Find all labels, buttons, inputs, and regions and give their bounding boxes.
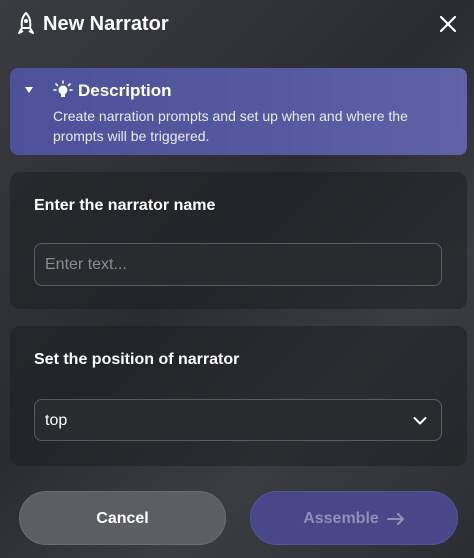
caret-down-icon[interactable] [24,86,34,94]
description-title[interactable]: Description [78,80,172,102]
chevron-down-icon [413,417,427,425]
dialog-header: New Narrator [0,0,474,50]
narrator-position-section: Set the position of narrator top [10,326,467,466]
assemble-button[interactable]: Assemble [250,491,458,545]
position-select-value: top [45,412,68,429]
cancel-button-label: Cancel [96,510,149,527]
arrow-right-icon [386,512,404,525]
position-select[interactable]: top [34,399,442,441]
description-text: Create narration prompts and set up when… [53,108,408,144]
lightbulb-icon [53,80,73,97]
description-panel: Description Create narration prompts and… [10,68,467,155]
assemble-button-label: Assemble [303,510,379,527]
narrator-position-label: Set the position of narrator [34,351,240,368]
cancel-button[interactable]: Cancel [19,491,226,545]
close-icon[interactable] [436,12,460,36]
narrator-name-input[interactable] [34,243,442,286]
rocket-icon [18,12,34,34]
narrator-name-label: Enter the narrator name [34,197,216,214]
narrator-name-section: Enter the narrator name [10,172,467,309]
dialog-title: New Narrator [43,13,169,35]
